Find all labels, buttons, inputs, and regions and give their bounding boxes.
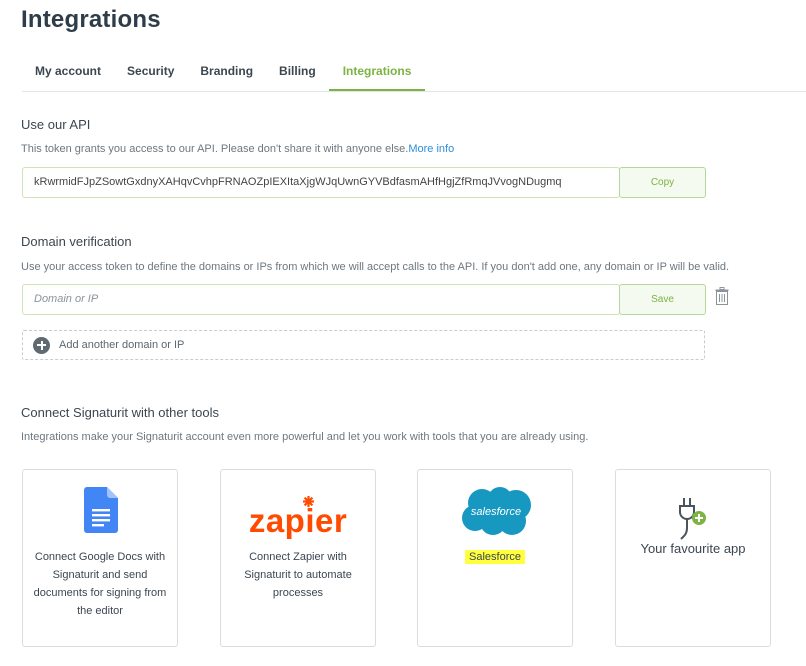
- google-docs-card[interactable]: Connect Google Docs with Signaturit and …: [22, 469, 178, 647]
- favourite-app-card[interactable]: Your favourite app: [615, 469, 771, 647]
- save-button[interactable]: Save: [619, 284, 706, 315]
- favourite-app-card-label: Your favourite app: [640, 541, 746, 556]
- more-info-link[interactable]: More info: [408, 143, 454, 155]
- api-section-description: This token grants you access to our API.…: [21, 143, 454, 155]
- add-domain-button[interactable]: Add another domain or IP: [22, 330, 705, 360]
- tab-my-account[interactable]: My account: [22, 52, 114, 92]
- tabs-divider: [22, 91, 806, 92]
- domain-input-placeholder: Domain or IP: [34, 293, 99, 305]
- domain-section-title: Domain verification: [21, 234, 132, 249]
- domain-section-description: Use your access token to define the doma…: [21, 261, 730, 273]
- salesforce-logo: salesforce: [462, 487, 531, 535]
- salesforce-logo-text: salesforce: [471, 506, 521, 518]
- domain-input[interactable]: Domain or IP: [22, 284, 620, 315]
- tab-security[interactable]: Security: [114, 52, 187, 92]
- connect-section-description: Integrations make your Signaturit accoun…: [21, 431, 589, 443]
- tab-integrations[interactable]: Integrations: [328, 52, 426, 92]
- salesforce-card[interactable]: salesforce Salesforce: [417, 469, 573, 647]
- zapier-card-label: Connect Zapier with Signaturit to automa…: [244, 551, 352, 599]
- api-token-field[interactable]: kRwrmidFJpZSowtGxdnyXAHqvCvhpFRNAOZpIEXI…: [22, 167, 620, 198]
- tab-bar: My account Security Branding Billing Int…: [22, 52, 426, 92]
- copy-button[interactable]: Copy: [619, 167, 706, 198]
- zapier-logo: zapier: [248, 502, 348, 539]
- api-section-title: Use our API: [21, 117, 91, 132]
- plug-add-icon: [679, 498, 706, 540]
- tab-billing[interactable]: Billing: [266, 52, 329, 92]
- page-title: Integrations: [21, 6, 161, 33]
- add-circle-icon: [33, 336, 50, 354]
- google-docs-icon: [84, 487, 118, 533]
- zapier-card[interactable]: zapier Connect Zapier with Signaturit to…: [220, 469, 376, 647]
- api-description-text: This token grants you access to our API.…: [21, 143, 409, 155]
- salesforce-label-wrap: Salesforce: [424, 548, 566, 566]
- add-domain-label: Add another domain or IP: [59, 339, 185, 351]
- api-token-value: kRwrmidFJpZSowtGxdnyXAHqvCvhpFRNAOZpIEXI…: [34, 176, 562, 188]
- salesforce-card-label: Salesforce: [465, 550, 525, 564]
- tab-branding[interactable]: Branding: [187, 52, 266, 92]
- connect-section-title: Connect Signaturit with other tools: [21, 405, 219, 420]
- zapier-asterisk-icon: [303, 496, 314, 507]
- google-docs-card-label: Connect Google Docs with Signaturit and …: [33, 551, 167, 617]
- trash-icon[interactable]: [715, 287, 729, 305]
